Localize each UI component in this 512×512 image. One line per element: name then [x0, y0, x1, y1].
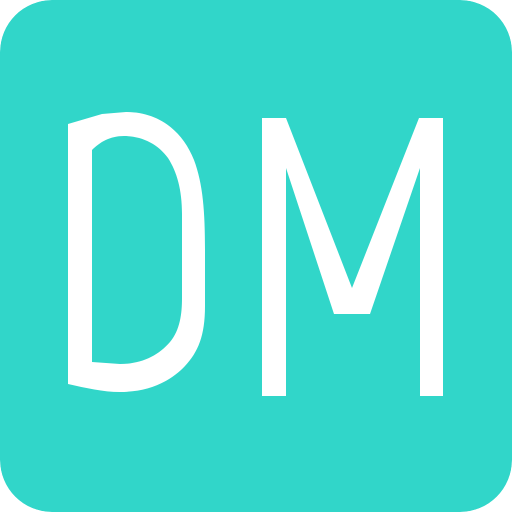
- dm-logo: [0, 0, 512, 512]
- dm-app-icon: [0, 0, 512, 512]
